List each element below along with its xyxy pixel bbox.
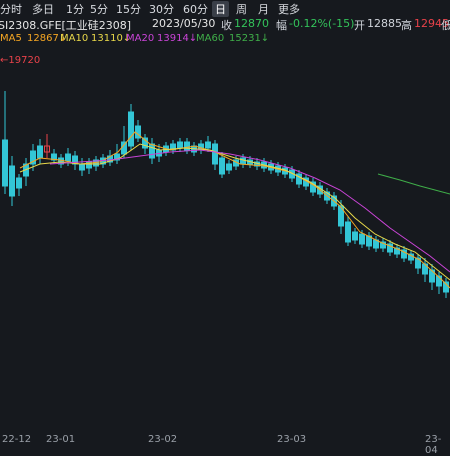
candle-body xyxy=(226,163,232,171)
period-tab-5min[interactable]: 5分 xyxy=(90,1,108,17)
period-tab-1min[interactable]: 1分 xyxy=(66,1,84,17)
candle-body xyxy=(205,141,211,149)
x-tick-label: 23-03 xyxy=(277,434,307,445)
period-tab-intraday[interactable]: 分时 xyxy=(0,1,22,17)
period-tab-more[interactable]: 更多 xyxy=(278,1,300,17)
x-tick-label: 22-12 xyxy=(2,434,32,445)
close-value: 12870 xyxy=(234,17,269,30)
period-toolbar: 分时 多日 1分 5分 15分 30分 60分 日 周 月 更多 xyxy=(0,0,450,17)
symbol-label: SI2308.GFE[工业硅2308] xyxy=(0,19,132,32)
candle-body xyxy=(212,143,218,165)
ma60-label: MA60 xyxy=(196,33,225,44)
max-price-label: ←19720 xyxy=(0,55,41,66)
moving-average-legend: MA5 12867↓ MA10 13110↓ MA20 13914↓ MA60 … xyxy=(0,32,450,46)
candle-body xyxy=(359,233,365,245)
x-tick-label: 23-01 xyxy=(46,434,76,445)
x-tick-label: 23-02 xyxy=(148,434,178,445)
candle-body xyxy=(16,177,22,189)
candle-body xyxy=(240,157,246,165)
low-label: 低 xyxy=(441,19,450,32)
candle-body xyxy=(128,111,134,147)
change-label: 幅 xyxy=(276,19,287,32)
period-tab-30min[interactable]: 30分 xyxy=(149,1,174,17)
candle-body xyxy=(219,157,225,175)
period-tab-week[interactable]: 周 xyxy=(236,1,247,17)
candle-body xyxy=(149,143,155,159)
candle-body xyxy=(121,141,127,155)
close-label: 收 xyxy=(221,19,232,32)
candle-body xyxy=(37,145,43,159)
quote-info-bar: SI2308.GFE[工业硅2308] 2023/05/30 收 12870 幅… xyxy=(0,16,450,32)
candle-body xyxy=(9,165,15,197)
candle-body xyxy=(352,231,358,241)
candle-body xyxy=(79,163,85,171)
candlestick-chart[interactable] xyxy=(0,46,450,430)
change-value: -0.12%(-15) xyxy=(289,17,355,30)
period-tab-15min[interactable]: 15分 xyxy=(116,1,141,17)
ma20-label: MA20 xyxy=(126,33,155,44)
x-tick-label: 23-04 xyxy=(425,434,442,456)
open-label: 开 xyxy=(354,19,365,32)
period-tab-60min[interactable]: 60分 xyxy=(183,1,208,17)
high-label: 高 xyxy=(401,19,412,32)
period-tab-day[interactable]: 日 xyxy=(212,1,229,17)
open-value: 12885 xyxy=(367,17,402,30)
candlestick-series xyxy=(2,91,449,298)
ma60-line xyxy=(377,173,450,195)
period-tab-month[interactable]: 月 xyxy=(258,1,269,17)
ma10-label: MA10 xyxy=(60,33,89,44)
x-axis: 22-12 23-01 23-02 23-03 23-04 xyxy=(0,430,450,456)
ma5-label: MA5 xyxy=(0,33,22,44)
candle-body xyxy=(2,139,8,187)
period-tab-multiday[interactable]: 多日 xyxy=(32,1,54,17)
candle-body xyxy=(65,153,71,162)
candle-body xyxy=(177,141,183,149)
ma60-value: 15231↓ xyxy=(229,33,270,44)
date-label: 2023/05/30 xyxy=(152,17,216,30)
candle-body xyxy=(345,221,351,243)
ma20-value: 13914↓ xyxy=(157,33,198,44)
